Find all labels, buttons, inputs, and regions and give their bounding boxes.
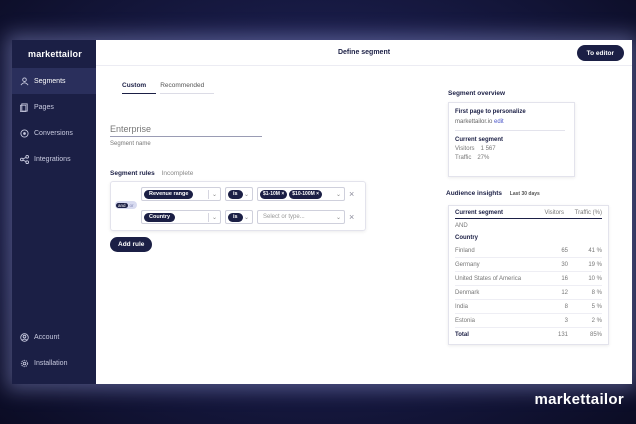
select-separator — [208, 190, 209, 199]
table-row: Denmark 12 8 % — [455, 290, 602, 296]
chevron-down-icon: ⌄ — [243, 192, 249, 198]
segment-rules-title: Segment rules — [110, 170, 155, 177]
table-row: India 8 5 % — [455, 304, 602, 310]
row-separator — [455, 327, 602, 328]
row-separator — [455, 299, 602, 300]
attribute-value: Revenue range — [144, 189, 194, 199]
value-select[interactable]: Select or type... ⌄ — [257, 210, 345, 224]
operator-value: is — [228, 189, 243, 199]
value-chip[interactable]: $10-100M × — [289, 189, 323, 199]
segment-name-label: Segment name — [110, 141, 151, 147]
group-label: Country — [455, 235, 478, 241]
total-row: Total 131 85% — [455, 332, 602, 338]
page-title: Define segment — [337, 49, 391, 56]
first-page-label: First page to personalize — [455, 109, 526, 115]
segment-name-input[interactable] — [110, 124, 262, 137]
traffic-stat: Traffic 27% — [455, 155, 490, 161]
rule-row-2: Country ⌄ is ⌄ Select or type... ⌄ × — [141, 210, 354, 224]
table-row: United States of America 16 10 % — [455, 276, 602, 282]
integrations-icon — [19, 154, 29, 164]
chevron-down-icon: ⌄ — [243, 215, 249, 221]
logo: markettailor — [28, 49, 82, 59]
sidebar-bottom: Account Installation — [12, 324, 96, 376]
and-or-toggle[interactable]: and or — [115, 201, 137, 209]
table-row: Germany 30 19 % — [455, 262, 602, 268]
account-icon — [19, 332, 29, 342]
rules-box: and or Revenue range ⌄ is ⌄ $1-10M × $10… — [110, 181, 366, 231]
row-separator — [455, 313, 602, 314]
and-row: AND — [455, 223, 468, 229]
value-placeholder: Select or type... — [263, 214, 305, 220]
to-editor-button[interactable]: To editor — [576, 45, 624, 61]
and-option[interactable]: and — [116, 202, 128, 208]
attribute-value: Country — [144, 212, 176, 222]
sidebar-item-label: Pages — [34, 103, 54, 111]
chevron-down-icon: ⌄ — [335, 215, 341, 221]
segments-icon — [19, 76, 29, 86]
audience-period: Last 30 days — [509, 191, 540, 197]
sidebar: markettailor Segments Pages Conversions … — [12, 40, 96, 384]
chevron-down-icon: ⌄ — [211, 215, 217, 221]
or-option[interactable]: or — [128, 203, 134, 208]
sidebar-item-label: Conversions — [34, 129, 73, 137]
current-segment-label: Current segment — [455, 137, 504, 143]
sidebar-item-account[interactable]: Account — [12, 324, 96, 350]
select-separator — [208, 213, 209, 222]
brand-watermark: markettailor — [534, 391, 624, 408]
visitors-stat: Visitors 1 567 — [455, 146, 496, 152]
segment-rules-heading: Segment rules Incomplete — [110, 170, 193, 177]
app-window: markettailor Segments Pages Conversions … — [12, 40, 632, 384]
operator-select[interactable]: is ⌄ — [225, 187, 253, 201]
segment-tabs: Custom Recommended — [122, 82, 218, 94]
row-separator — [455, 285, 602, 286]
conversions-icon — [19, 128, 29, 138]
edit-link[interactable]: edit — [494, 119, 504, 125]
table-header: Current segment Visitors Traffic (%) — [455, 210, 602, 219]
sidebar-item-label: Account — [34, 333, 60, 341]
table-row: Finland 65 41 % — [455, 248, 602, 254]
tab-custom[interactable]: Custom — [122, 82, 157, 94]
segment-overview-heading: Segment overview — [448, 90, 506, 97]
audience-insights-title: Audience insights — [446, 190, 502, 197]
pages-icon — [19, 102, 29, 112]
sidebar-item-segments[interactable]: Segments — [12, 68, 96, 94]
sidebar-item-pages[interactable]: Pages — [12, 94, 96, 120]
remove-rule-icon[interactable]: × — [349, 189, 354, 199]
top-bar: Define segment To editor — [96, 40, 632, 66]
chevron-down-icon: ⌄ — [211, 192, 217, 198]
attribute-select[interactable]: Revenue range ⌄ — [141, 187, 221, 201]
sidebar-item-label: Installation — [34, 359, 68, 367]
tab-recommended[interactable]: Recommended — [160, 82, 215, 94]
sidebar-item-integrations[interactable]: Integrations — [12, 146, 96, 172]
divider — [455, 130, 565, 131]
attribute-select[interactable]: Country ⌄ — [141, 210, 221, 224]
rule-row-1: Revenue range ⌄ is ⌄ $1-10M × $10-100M ×… — [141, 187, 354, 201]
audience-insights-card: Current segment Visitors Traffic (%) AND… — [448, 205, 609, 345]
chevron-down-icon: ⌄ — [335, 192, 341, 198]
sidebar-item-label: Segments — [34, 77, 66, 85]
table-row: Estonia 3 2 % — [455, 318, 602, 324]
operator-value: is — [228, 212, 243, 222]
operator-select[interactable]: is ⌄ — [225, 210, 253, 224]
sidebar-item-label: Integrations — [34, 155, 71, 163]
add-rule-button[interactable]: Add rule — [110, 237, 153, 252]
value-chip[interactable]: $1-10M × — [260, 189, 288, 199]
row-separator — [455, 271, 602, 272]
value-select[interactable]: $1-10M × $10-100M × ⌄ — [257, 187, 345, 201]
sidebar-item-conversions[interactable]: Conversions — [12, 120, 96, 146]
main-content: Define segment To editor Custom Recommen… — [96, 40, 632, 384]
segment-overview-card: First page to personalize markettailor.i… — [448, 102, 575, 177]
sidebar-item-installation[interactable]: Installation — [12, 350, 96, 376]
segment-rules-status: Incomplete — [161, 170, 194, 177]
gear-icon — [19, 358, 29, 368]
remove-rule-icon[interactable]: × — [349, 212, 354, 222]
row-separator — [455, 257, 602, 258]
audience-insights-heading: Audience insights Last 30 days — [446, 190, 540, 197]
first-page-url: markettailor.io edit — [455, 119, 504, 125]
